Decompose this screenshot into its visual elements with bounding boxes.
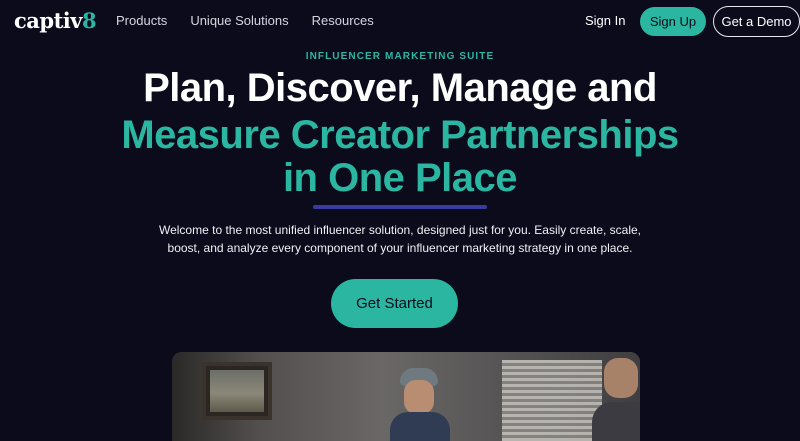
nav-links: Products Unique Solutions Resources [116,13,374,28]
logo[interactable]: captiv 8 [14,8,97,34]
nav-link-unique-solutions[interactable]: Unique Solutions [190,13,288,28]
headline-line-3: in One Place [282,156,518,200]
top-nav: captiv 8 Products Unique Solutions Resour… [0,0,800,42]
sign-up-button[interactable]: Sign Up [640,7,706,36]
nav-link-resources[interactable]: Resources [312,13,374,28]
hero-video[interactable] [172,352,640,441]
sign-in-link[interactable]: Sign In [585,13,625,28]
video-person [390,366,450,441]
hero-description: Welcome to the most unified influencer s… [150,221,650,257]
headline-line-2: Measure Creator Partnerships [121,113,679,157]
page: captiv 8 Products Unique Solutions Resour… [0,0,800,441]
headline-line-1: Plan, Discover, Manage and [143,66,657,110]
get-demo-button[interactable]: Get a Demo [713,6,800,37]
description-line-2: boost, and analyze every component of yo… [167,241,633,255]
hero-eyebrow: INFLUENCER MARKETING SUITE [305,51,495,62]
logo-text: captiv [14,8,82,33]
video-window-blinds [502,360,602,441]
nav-link-products[interactable]: Products [116,13,167,28]
headline-underline [313,205,487,209]
description-line-1: Welcome to the most unified influencer s… [158,223,642,237]
video-person-2 [592,352,640,441]
logo-accent: 8 [81,8,97,33]
get-started-button[interactable]: Get Started [331,279,458,328]
video-picture-frame [202,362,272,420]
